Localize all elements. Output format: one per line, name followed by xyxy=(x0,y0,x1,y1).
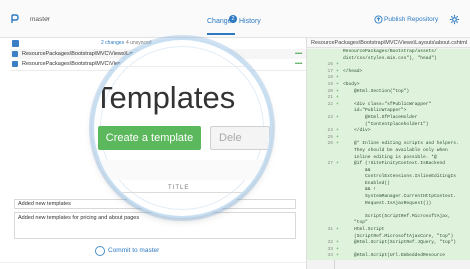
diff-code: </div> xyxy=(343,128,371,134)
diff-code: @Html.Script(Url.EmbeddedResource xyxy=(343,253,445,259)
diff-sign: + xyxy=(336,128,339,134)
diffstat: ••••• xyxy=(294,51,303,57)
diff-code: They should be available only when xyxy=(343,147,448,153)
lens-shade xyxy=(94,160,270,180)
diff-sign: + xyxy=(336,161,339,167)
diff-code: SystemManager.CurrentHttpContext. xyxy=(343,194,457,200)
diff-file-header: ResourcePackages\Bootstrap\MVC\Views\Lay… xyxy=(307,38,470,48)
publish-repository-button[interactable]: Publish Repository xyxy=(384,16,438,23)
diffstat: ••••• xyxy=(294,61,303,67)
diff-sign: + xyxy=(336,75,339,81)
diff-sign: + xyxy=(336,246,339,252)
diff-line: Request.IsAjaxRequest()) xyxy=(307,200,470,208)
diff-sign: + xyxy=(336,88,339,94)
diff-code: Request.IsAjaxRequest()) xyxy=(343,200,432,206)
diff-line: 27 + @if (!SiteFinityContext.IsBackend xyxy=(307,161,470,168)
diff-sign: + xyxy=(336,114,339,120)
divider xyxy=(94,192,270,193)
diff-new-line-number: 34 xyxy=(327,253,333,259)
diff-sign: + xyxy=(336,141,339,147)
diff-line: 23 + @Html.SfPlaceHolder xyxy=(307,114,470,122)
diff-new-line-number: 24 xyxy=(327,128,333,134)
diff-sign: + xyxy=(336,240,339,246)
chevron-down-icon[interactable]: ▾ xyxy=(47,16,50,22)
diff-new-line-number: 21 xyxy=(327,95,333,101)
diff-sign: + xyxy=(336,134,339,140)
diff-sign: + xyxy=(336,101,339,107)
diff-line: Script(ScriptRef.MicrosoftAjax, xyxy=(307,213,470,221)
active-tab-indicator xyxy=(207,33,235,35)
changes-badge: 2 xyxy=(229,15,237,23)
delete-template-button[interactable]: Dele xyxy=(210,126,270,150)
templates-title: Templates xyxy=(94,80,236,115)
diff-new-line-number: 16 xyxy=(327,62,333,68)
diff-line xyxy=(307,207,470,214)
commit-description-input[interactable]: Added new templates for pricing and abou… xyxy=(14,212,296,239)
commit-icon xyxy=(95,246,105,256)
diff-line: 24 + </div> xyxy=(307,128,470,135)
commit-button-label: Commit to master xyxy=(108,247,160,254)
diff-sign: + xyxy=(336,62,339,68)
diff-code: @Html.SfPlaceHolder xyxy=(343,114,418,120)
diff-code: id="PublicWrapper"> xyxy=(343,108,407,114)
diff-code: dist/css/styles.min.css"), "head") xyxy=(343,55,437,61)
diff-new-line-number: 26 xyxy=(327,141,333,147)
diff-panel: ResourcePackages\Bootstrap\MVC\Views\Lay… xyxy=(306,38,470,269)
diff-new-line-number: 19 xyxy=(327,81,333,87)
diff-code: @if (!SiteFinityContext.IsBackend xyxy=(343,161,445,167)
diff-line: 31 + Html.Script xyxy=(307,227,470,234)
diff-line: 16 + xyxy=(307,62,470,69)
diff-body[interactable]: ResourcePackages/Bootstrap/assets/dist/c… xyxy=(307,49,470,260)
diff-sign: + xyxy=(336,227,339,233)
changes-count: 2 changes xyxy=(101,40,125,46)
diff-line: 21 + xyxy=(307,95,470,102)
diff-line: 18 + xyxy=(307,75,470,82)
unsynced-count: 4 unsynced xyxy=(126,40,152,46)
diff-code: <body> xyxy=(343,81,360,87)
diff-sign: + xyxy=(336,95,339,101)
diff-code: @Html.Section("top") xyxy=(343,88,410,94)
diff-line: 26 + @* Inline editing scripts and helper… xyxy=(307,141,470,148)
diff-sign: + xyxy=(336,68,339,74)
diff-line: 32 + @Html.Script(ScriptRef.JQuery, "top"… xyxy=(307,240,470,247)
commit-button[interactable]: Commit to master xyxy=(95,245,205,257)
magnifier-lens: Templates Create a template Dele TITLE xyxy=(94,40,270,216)
diff-new-line-number: 31 xyxy=(327,227,333,233)
diff-line: id="PublicWrapper"> xyxy=(307,108,470,115)
publish-icon[interactable] xyxy=(374,15,383,24)
app-toolbar: master ▾ Changes 2 History Publish Repos… xyxy=(0,0,470,38)
title-column-label: TITLE xyxy=(168,185,190,191)
select-all-checkbox[interactable] xyxy=(12,40,19,47)
divider xyxy=(0,262,306,263)
diff-new-line-number: 32 xyxy=(327,240,333,246)
diff-line: Enabled() xyxy=(307,180,470,188)
diff-sign: + xyxy=(336,81,339,87)
checkbox-icon[interactable] xyxy=(12,61,18,67)
diff-code: Html.Script xyxy=(343,227,385,233)
checkbox-icon[interactable] xyxy=(12,51,18,57)
diff-line: ResourcePackages/Bootstrap/assets/ xyxy=(307,49,470,56)
diff-line: ControlExtensions.InlineEditingIs xyxy=(307,174,470,181)
diff-line: 19 + <body> xyxy=(307,81,470,89)
diff-new-line-number: 27 xyxy=(327,161,333,167)
github-logo-icon[interactable] xyxy=(10,14,20,24)
create-template-button[interactable]: Create a template xyxy=(98,126,201,150)
diff-code: ControlExtensions.InlineEditingIs xyxy=(343,174,457,180)
diff-line: SystemManager.CurrentHttpContext. xyxy=(307,194,470,201)
diff-line: 34 + @Html.Script(Url.EmbeddedResource xyxy=(307,253,470,260)
divider xyxy=(94,66,270,67)
diff-code: </head> xyxy=(343,68,363,74)
gear-icon[interactable] xyxy=(449,14,460,25)
tab-history[interactable]: History xyxy=(239,18,261,25)
diff-new-line-number: 23 xyxy=(327,114,333,120)
diff-new-line-number: 22 xyxy=(327,101,333,107)
diff-code: ResourcePackages/Bootstrap/assets/ xyxy=(343,49,437,54)
diff-new-line-number: 18 xyxy=(327,75,333,81)
diff-code: @* Inline editing scripts and helpers. xyxy=(343,141,459,147)
diff-line: They should be available only when xyxy=(307,147,470,155)
diff-sign: + xyxy=(336,253,339,259)
diff-code: @Html.Script(ScriptRef.JQuery, "top") xyxy=(343,240,457,246)
